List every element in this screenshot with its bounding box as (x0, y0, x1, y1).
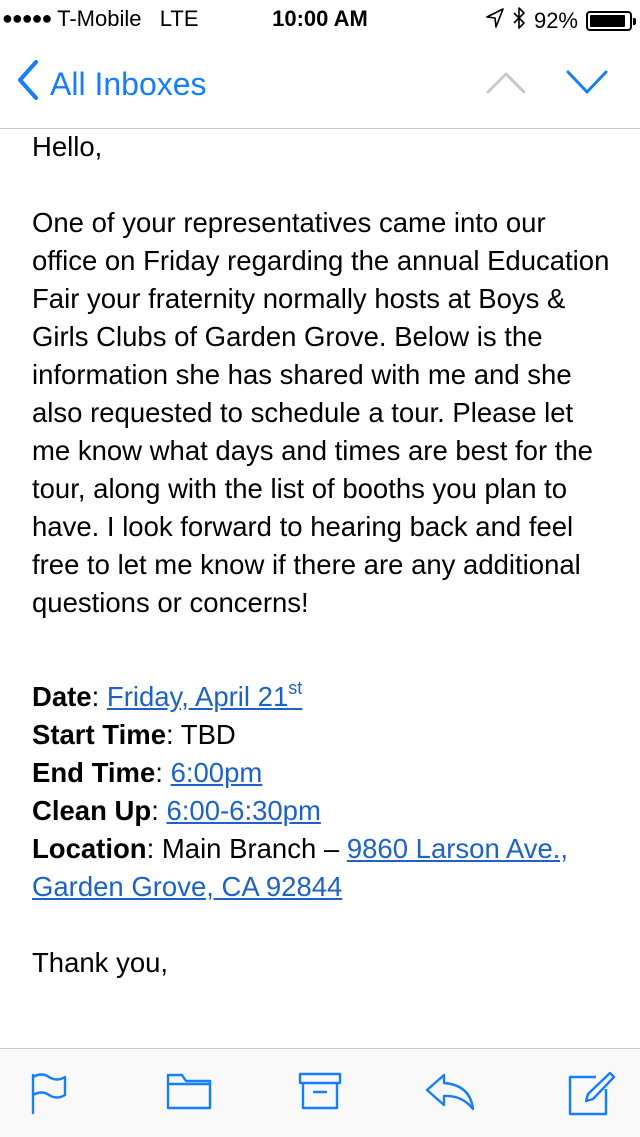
bluetooth-icon (512, 6, 526, 36)
chevron-down-icon (566, 70, 608, 94)
email-closing: Thank you, (32, 947, 169, 978)
start-time-label: Start Time (32, 719, 166, 750)
folder-icon (166, 1073, 212, 1110)
compose-button[interactable] (566, 1071, 616, 1122)
previous-message-button[interactable] (486, 62, 526, 107)
chevron-left-icon (16, 60, 40, 108)
clean-up-link[interactable]: 6:00-6:30pm (166, 795, 320, 826)
nav-bar: All Inboxes (0, 40, 640, 129)
email-greeting: Hello, (32, 131, 103, 162)
location-label: Location (32, 833, 147, 864)
back-button[interactable]: All Inboxes (16, 60, 207, 108)
location-arrow-icon (486, 8, 504, 34)
move-to-folder-button[interactable] (166, 1071, 212, 1116)
battery-fill (590, 15, 625, 27)
clean-up-label: Clean Up (32, 795, 152, 826)
start-time-value: TBD (180, 719, 236, 750)
status-right: 92% (486, 6, 636, 36)
date-label: Date (32, 681, 92, 712)
event-details: Date: Friday, April 21st Start Time: TBD… (32, 678, 616, 906)
flag-button[interactable] (30, 1071, 70, 1120)
archive-icon (298, 1072, 342, 1110)
compose-icon (568, 1071, 616, 1116)
battery-icon (586, 11, 636, 31)
email-paragraph: One of your representatives came into ou… (32, 207, 610, 618)
detail-clean-up: Clean Up: 6:00-6:30pm (32, 795, 321, 826)
end-time-label: End Time (32, 757, 156, 788)
flag-icon (31, 1073, 67, 1115)
archive-button[interactable] (298, 1071, 342, 1116)
reply-button[interactable] (424, 1071, 476, 1116)
end-time-link[interactable]: 6:00pm (171, 757, 263, 788)
status-bar: ●●●●● T-Mobile LTE 10:00 AM 92% (0, 0, 640, 40)
email-body: Hello, One of your representatives came … (32, 128, 616, 982)
detail-date: Date: Friday, April 21st (32, 677, 303, 712)
reply-icon (425, 1073, 475, 1111)
detail-start-time: Start Time: TBD (32, 719, 236, 750)
date-link[interactable]: Friday, April 21st (107, 679, 302, 712)
chevron-up-icon (486, 72, 526, 94)
detail-location: Location: Main Branch – 9860 Larson Ave.… (32, 833, 569, 902)
location-prefix: Main Branch – (161, 833, 347, 864)
battery-percent: 92% (533, 8, 578, 33)
bottom-toolbar (0, 1048, 640, 1137)
back-label: All Inboxes (50, 65, 207, 102)
next-message-button[interactable] (566, 62, 608, 107)
detail-end-time: End Time: 6:00pm (32, 757, 263, 788)
